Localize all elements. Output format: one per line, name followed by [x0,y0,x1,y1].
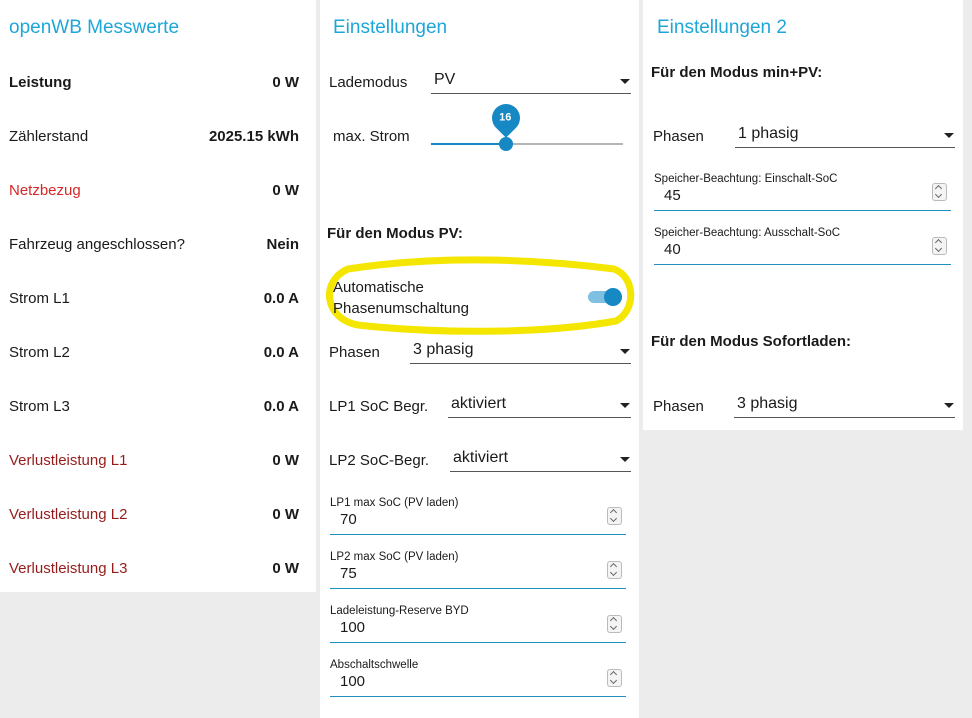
chevron-down-icon [944,133,954,138]
lp1-soc-value: aktiviert [451,395,507,412]
slider-value-label: 16 [499,111,512,124]
phasen-value: 3 phasig [413,341,474,358]
strom-l1-label: Strom L1 [9,290,70,307]
verlust-l1-value: 0 W [272,452,299,469]
einstellungen2-card: Einstellungen 2 Für den Modus min+PV: Ph… [643,0,963,430]
lp1-max-soc-value[interactable]: 70 [340,511,357,528]
minpv-section-heading: Für den Modus min+PV: [651,64,823,81]
lp2-max-soc-value[interactable]: 75 [340,565,357,582]
reserve-field[interactable]: Ladeleistung-Reserve BYD 100 [330,605,626,643]
auto-phase-label-line1: Automatische [333,279,424,296]
leistung-value: 0 W [272,74,299,91]
lp1-max-soc-field[interactable]: LP1 max SoC (PV laden) 70 [330,497,626,535]
sofort-section-heading: Für den Modus Sofortladen: [651,333,851,350]
spinner-icon[interactable] [607,561,622,579]
slider-fill [431,143,506,145]
toggle-knob [604,288,622,306]
einstellungen-title: Einstellungen [333,17,448,38]
strom-l1-value: 0.0 A [263,290,299,307]
spinner-icon[interactable] [932,183,947,201]
zaehlerstand-label: Zählerstand [9,128,89,145]
chevron-down-icon [620,403,630,408]
ausschalt-soc-label: Speicher-Beachtung: Ausschalt-SoC [654,227,841,239]
pv-section-heading: Für den Modus PV: [327,225,463,242]
auto-phase-label-line2: Phasenumschaltung [333,300,469,317]
sofort-phasen-value: 3 phasig [737,395,798,412]
spinner-icon[interactable] [607,615,622,633]
fahrzeug-value: Nein [266,236,299,253]
chevron-down-icon [620,79,630,84]
einschalt-soc-value[interactable]: 45 [664,187,681,204]
phasen-select[interactable]: 3 phasig [410,340,631,364]
ausschalt-soc-value[interactable]: 40 [664,241,681,258]
reserve-label: Ladeleistung-Reserve BYD [330,605,469,617]
einstellungen-card: Einstellungen Lademodus PV max. Strom 16… [320,0,639,718]
lp2-soc-select[interactable]: aktiviert [450,448,631,472]
minpv-phasen-value: 1 phasig [738,125,799,142]
sofort-phasen-label: Phasen [653,398,704,415]
spinner-icon[interactable] [932,237,947,255]
strom-l3-value: 0.0 A [263,398,299,415]
lp1-max-soc-label: LP1 max SoC (PV laden) [330,497,459,509]
abschalt-value[interactable]: 100 [340,673,365,690]
lademodus-label: Lademodus [329,74,408,91]
fahrzeug-label: Fahrzeug angeschlossen? [9,236,185,253]
slider-value-bubble: 16 [486,98,526,138]
einstellungen2-title: Einstellungen 2 [657,17,787,38]
strom-l3-label: Strom L3 [9,398,70,415]
lp2-soc-label: LP2 SoC-Begr. [329,452,430,469]
verlust-l2-value: 0 W [272,506,299,523]
lp2-soc-value: aktiviert [453,449,509,466]
netzbezug-value: 0 W [272,182,299,199]
spinner-icon[interactable] [607,669,622,687]
lp2-max-soc-field[interactable]: LP2 max SoC (PV laden) 75 [330,551,626,589]
zaehlerstand-value: 2025.15 kWh [208,128,299,145]
abschalt-field[interactable]: Abschaltschwelle 100 [330,659,626,697]
leistung-label: Leistung [9,74,72,91]
ausschalt-soc-field[interactable]: Speicher-Beachtung: Ausschalt-SoC 40 [654,227,951,265]
lademodus-value: PV [434,71,456,88]
max-strom-label: max. Strom [333,128,410,145]
strom-l2-value: 0.0 A [263,344,299,361]
verlust-l1-label: Verlustleistung L1 [9,452,128,469]
einschalt-soc-field[interactable]: Speicher-Beachtung: Einschalt-SoC 45 [654,173,951,211]
max-strom-slider[interactable]: 16 [431,98,623,154]
spinner-icon[interactable] [607,507,622,525]
chevron-down-icon [620,349,630,354]
messwerte-title: openWB Messwerte [9,17,180,38]
abschalt-label: Abschaltschwelle [330,659,419,671]
lp2-max-soc-label: LP2 max SoC (PV laden) [330,551,459,563]
messwerte-card: openWB Messwerte Leistung 0 W Zählerstan… [0,0,316,592]
phasen-label: Phasen [329,344,380,361]
strom-l2-label: Strom L2 [9,344,70,361]
chevron-down-icon [944,403,954,408]
sofort-phasen-select[interactable]: 3 phasig [734,394,955,418]
verlust-l3-value: 0 W [272,560,299,577]
slider-thumb[interactable] [499,137,513,151]
lp1-soc-label: LP1 SoC Begr. [329,398,429,415]
verlust-l2-label: Verlustleistung L2 [9,506,128,523]
verlust-l3-label: Verlustleistung L3 [9,560,128,577]
minpv-phasen-label: Phasen [653,128,704,145]
netzbezug-label: Netzbezug [9,182,81,199]
minpv-phasen-select[interactable]: 1 phasig [735,124,955,148]
lp1-soc-select[interactable]: aktiviert [448,394,631,418]
einschalt-soc-label: Speicher-Beachtung: Einschalt-SoC [654,173,838,185]
auto-phase-toggle[interactable] [588,288,624,306]
chevron-down-icon [620,457,630,462]
reserve-value[interactable]: 100 [340,619,365,636]
lademodus-select[interactable]: PV [431,70,631,94]
